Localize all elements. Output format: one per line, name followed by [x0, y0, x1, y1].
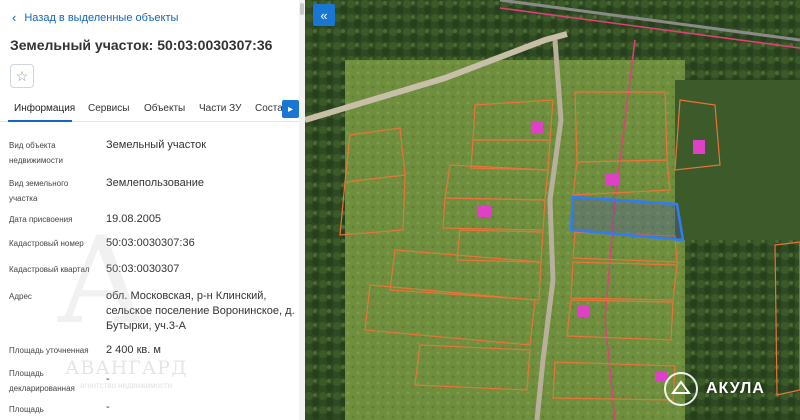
building-marker	[693, 140, 705, 154]
collapse-panel-button[interactable]: «	[313, 4, 335, 26]
info-label: Площадь уточненная	[9, 346, 89, 355]
favorite-star-icon[interactable]: ☆	[10, 64, 34, 88]
panel-scrollbar-thumb[interactable]	[300, 3, 304, 15]
tab-parts[interactable]: Части ЗУ	[199, 103, 241, 114]
brand-logo: АКУЛА	[664, 372, 765, 406]
tabs-scroll-right-button[interactable]: ▸	[282, 100, 299, 118]
info-label: Адрес	[9, 292, 32, 301]
info-label: Площадь	[9, 405, 44, 414]
back-link-label: Назад в выделенные объекты	[24, 11, 179, 24]
meadow-area	[675, 80, 800, 240]
info-value: -	[106, 373, 110, 385]
info-label: Площадь декларированная	[9, 369, 75, 393]
tab-composition[interactable]: Соста	[255, 103, 283, 114]
map-view[interactable]	[305, 0, 800, 420]
building-marker	[605, 173, 619, 185]
info-value[interactable]: 50:03:0030307	[106, 262, 298, 277]
satellite-map[interactable]	[305, 0, 800, 420]
back-link[interactable]: ‹ Назад в выделенные объекты	[12, 11, 178, 24]
info-value: Земельный участок	[106, 139, 207, 151]
info-value: 2 400 кв. м	[106, 344, 161, 356]
tab-services[interactable]: Сервисы	[88, 103, 129, 114]
settlement-area	[345, 60, 685, 420]
tab-information[interactable]: Информация	[14, 103, 75, 114]
info-value: 19.08.2005	[106, 213, 162, 225]
tab-bar: Информация Сервисы Объекты Части ЗУ Сост…	[0, 100, 305, 122]
page-title: Земельный участок: 50:03:0030307:36	[10, 37, 273, 53]
object-info-panel: ‹ Назад в выделенные объекты Земельный у…	[0, 0, 305, 420]
info-value[interactable]: 50:03:0030307:36	[106, 236, 298, 251]
brand-name: АКУЛА	[706, 380, 765, 397]
shark-icon	[664, 372, 698, 406]
info-value: -	[106, 401, 110, 413]
info-value: обл. Московская, р-н Клинский, сельское …	[106, 290, 295, 332]
info-label: Дата присвоения	[9, 215, 73, 224]
tab-objects[interactable]: Объекты	[144, 103, 185, 114]
active-tab-indicator	[8, 120, 72, 122]
chevron-left-icon: ‹	[12, 10, 17, 25]
info-label: Кадастровый квартал	[9, 265, 90, 274]
building-marker	[577, 305, 589, 317]
building-marker	[477, 205, 491, 217]
info-value: Землепользование	[106, 177, 205, 189]
info-label: Вид объекта недвижимости	[9, 141, 63, 165]
building-marker	[531, 122, 543, 134]
info-label: Вид земельного участка	[9, 179, 69, 203]
info-label: Кадастровый номер	[9, 239, 84, 248]
